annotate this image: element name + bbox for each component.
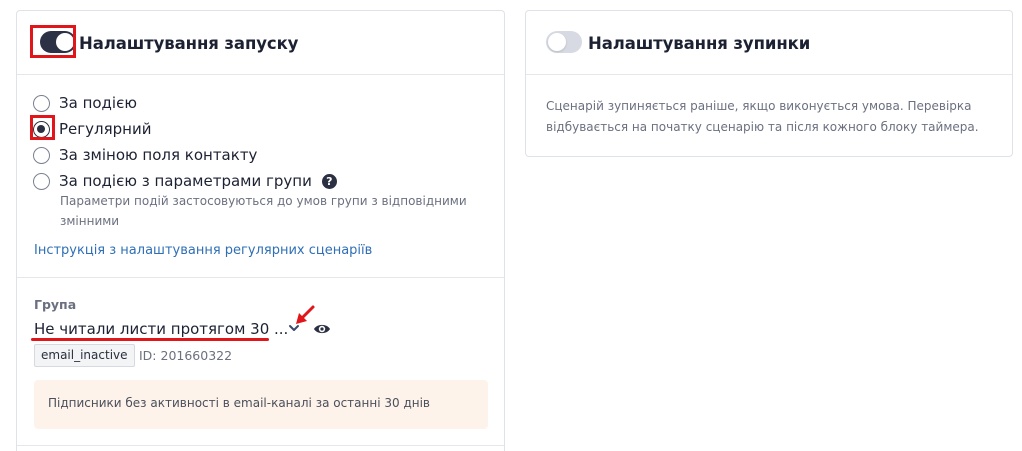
- radio-label: Регулярний: [59, 120, 152, 138]
- question-circle-icon[interactable]: ?: [321, 173, 337, 189]
- stop-settings-description: Сценарій зупиняється раніше, якщо викону…: [546, 99, 979, 134]
- group-select-value[interactable]: Не читали листи протягом 30 ...: [34, 320, 288, 338]
- group-field-label: Група: [34, 297, 77, 312]
- radio-option-contact-field-change[interactable]: За зміною поля контакту: [33, 145, 257, 165]
- radio-button[interactable]: [33, 146, 50, 164]
- group-system-name-tag: email_inactive: [34, 344, 135, 367]
- radio-label: За подією з параметрами групи: [59, 172, 312, 190]
- radio-option-event-group-params[interactable]: За подією з параметрами групи ?: [33, 171, 337, 191]
- group-params-hint: Параметри подій застосовуються до умов г…: [60, 194, 467, 228]
- group-id: ID: 201660322: [139, 348, 233, 363]
- regular-scenario-instruction-link[interactable]: Інструкція з налаштування регулярних сце…: [34, 243, 372, 258]
- radio-option-by-event[interactable]: За подією: [33, 93, 137, 113]
- launch-settings-title: Налаштування запуску: [79, 34, 299, 53]
- stop-settings-title: Налаштування зупинки: [588, 34, 811, 53]
- radio-button[interactable]: [33, 172, 50, 190]
- section-divider: [17, 277, 504, 278]
- stop-settings-toggle[interactable]: [546, 31, 582, 53]
- launch-settings-card: Налаштування запуску За подією Регулярни…: [16, 10, 505, 451]
- annotation-highlight-radio: [30, 115, 55, 140]
- radio-label: За подією: [59, 94, 137, 112]
- group-description-box: Підписники без активності в email-каналі…: [34, 380, 488, 429]
- stop-settings-header: Налаштування зупинки: [526, 11, 1012, 75]
- annotation-underline: [31, 338, 269, 341]
- launch-settings-header: Налаштування запуску: [17, 11, 504, 75]
- group-description: Підписники без активності в email-каналі…: [48, 396, 431, 410]
- toggle-knob: [548, 33, 566, 51]
- annotation-highlight-toggle: [30, 25, 76, 58]
- chevron-down-icon[interactable]: [287, 319, 301, 333]
- radio-label: За зміною поля контакту: [59, 146, 258, 164]
- eye-icon[interactable]: [313, 322, 331, 336]
- stop-settings-card: Налаштування зупинки Сценарій зупиняєтьс…: [525, 10, 1013, 157]
- radio-button[interactable]: [33, 94, 50, 112]
- section-divider: [17, 445, 504, 446]
